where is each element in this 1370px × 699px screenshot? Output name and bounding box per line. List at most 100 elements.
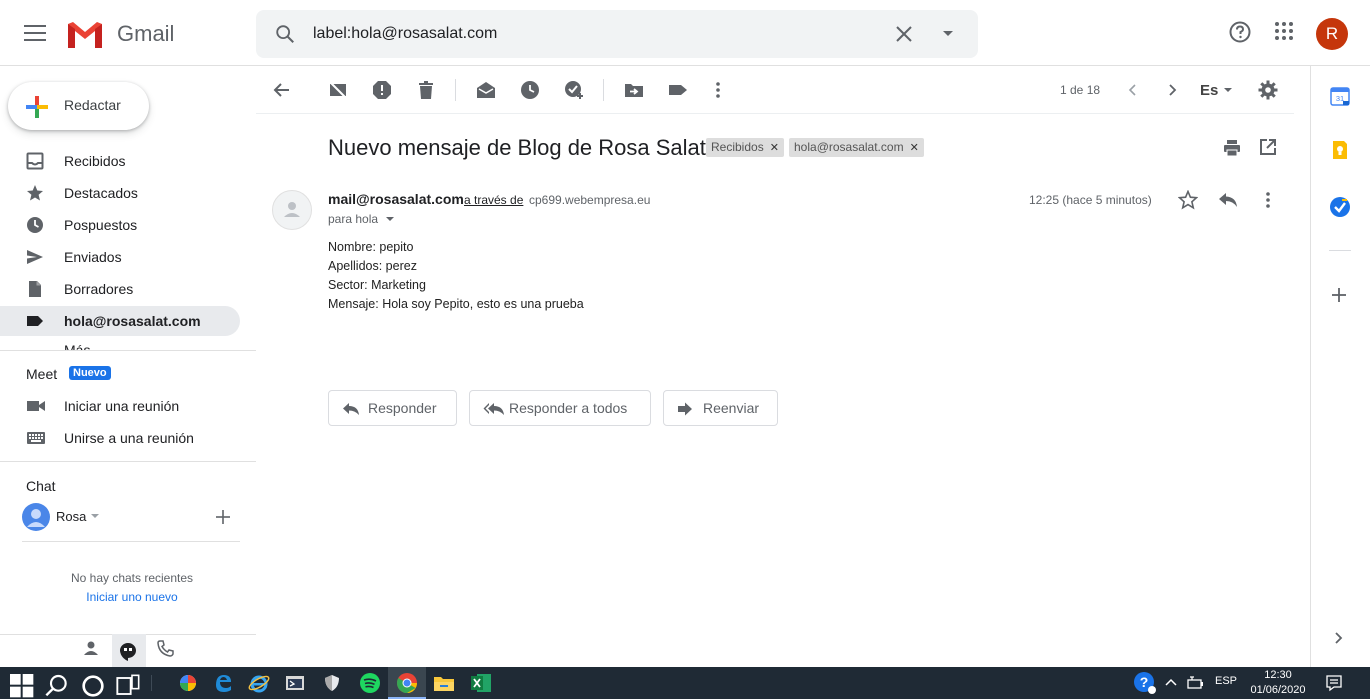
help-tray-icon[interactable]: ? [1133,671,1157,695]
picasa-icon[interactable] [176,671,200,695]
nav-item-label-hola[interactable]: hola@rosasalat.com [0,306,240,336]
search-input[interactable]: label:hola@rosasalat.com [313,25,497,43]
forward-icon [678,402,692,416]
show-hidden-icons-icon[interactable] [1165,678,1177,686]
add-addon-icon[interactable] [1332,288,1346,302]
clear-search-icon[interactable] [894,24,914,44]
draft-icon [29,281,41,297]
chat-user-name: Rosa [56,509,87,524]
add-to-tasks-icon[interactable] [564,80,584,100]
account-avatar[interactable]: R [1316,18,1348,50]
older-chevron-icon[interactable] [1162,80,1182,100]
nav-item-starred[interactable]: Destacados [0,178,240,208]
input-language-selector[interactable]: Es [1200,82,1218,99]
cortana-icon[interactable] [81,674,105,698]
chat-title: Chat [26,478,56,494]
chevron-down-icon[interactable] [1224,88,1232,93]
meet-start-item[interactable]: Iniciar una reunión [0,391,240,421]
app-name: Gmail [117,21,175,46]
calendar-icon[interactable]: 31 [1330,86,1350,106]
remove-label-icon[interactable]: ✕ [910,142,919,154]
star-outline-icon[interactable] [1178,190,1198,210]
archive-icon[interactable] [328,80,348,100]
mark-unread-icon[interactable] [476,80,496,100]
divider [0,350,256,351]
apps-grid-icon[interactable] [1273,20,1295,42]
chrome-icon[interactable] [395,671,419,695]
control-panel-icon[interactable] [283,671,307,695]
nav-item-inbox[interactable]: Recibidos [0,146,240,176]
excel-icon[interactable] [469,671,493,695]
report-spam-icon[interactable] [372,80,392,100]
keyboard-language[interactable]: ESP [1215,675,1237,687]
gmail-logo[interactable]: Gmail [66,20,174,48]
phone-icon[interactable] [157,640,174,657]
contacts-icon[interactable] [83,640,99,656]
tasks-icon[interactable] [1329,196,1351,218]
taskbar-search-icon[interactable] [45,674,69,698]
battery-power-icon[interactable] [1186,675,1204,691]
nav-item-snoozed[interactable]: Pospuestos [0,210,240,240]
labels-icon[interactable] [668,80,688,100]
internet-explorer-icon[interactable] [247,671,271,695]
send-icon [27,250,43,264]
chevron-down-icon[interactable] [91,514,99,519]
help-icon[interactable] [1228,20,1252,44]
remove-label-icon[interactable]: ✕ [770,142,779,154]
hangouts-icon[interactable] [120,643,136,661]
reply-button[interactable]: Responder [328,390,457,426]
action-center-icon[interactable] [1325,674,1343,692]
message-body-line: Sector: Marketing [328,278,426,292]
nav-item-drafts[interactable]: Borradores [0,274,240,304]
label-chip-inbox[interactable]: Recibidos ✕ [706,138,784,157]
open-new-window-icon[interactable] [1259,138,1277,156]
meet-join-item[interactable]: Unirse a una reunión [0,423,240,453]
message-body-line: Apellidos: perez [328,259,417,273]
nav-item-sent[interactable]: Enviados [0,242,240,272]
start-chat-link[interactable]: Iniciar uno nuevo [0,590,264,604]
taskbar-clock[interactable]: 12:30 01/06/2020 [1246,668,1310,698]
default-person-icon [284,202,300,217]
expand-panel-chevron-icon[interactable] [1334,631,1344,645]
via-link[interactable]: a través de [464,193,523,207]
print-icon[interactable] [1222,138,1242,158]
sender-avatar[interactable] [272,190,312,230]
recipient-summary: para hola [328,212,379,226]
message-more-vert-icon[interactable] [1258,190,1278,210]
snooze-icon[interactable] [520,80,540,100]
keep-icon[interactable] [1330,140,1350,160]
forward-button[interactable]: Reenviar [663,390,778,426]
reply-arrow-icon[interactable] [1218,191,1238,209]
reply-all-icon [483,403,504,415]
meet-new-badge: Nuevo [69,366,111,380]
settings-gear-icon[interactable] [1258,80,1278,100]
reply-all-button[interactable]: Responder a todos [469,390,651,426]
file-explorer-icon[interactable] [432,671,456,695]
label-chip-hola[interactable]: hola@rosasalat.com ✕ [789,138,924,157]
compose-button[interactable]: Redactar [8,82,149,130]
show-details-chevron-icon[interactable] [386,217,394,222]
search-icon[interactable] [274,23,296,45]
edge-icon[interactable] [211,671,235,695]
back-arrow-icon[interactable] [272,80,292,100]
via-server: cp699.webempresa.eu [529,193,651,207]
reply-all-label: Responder a todos [509,400,628,416]
label-chip-text: Recibidos [711,140,764,154]
move-to-icon[interactable] [624,80,644,100]
nav-item-label: Enviados [64,249,122,265]
delete-icon[interactable] [416,80,436,100]
nav-more-cut[interactable]: Más [64,342,124,350]
more-vert-icon[interactable] [708,80,728,100]
main-menu-icon[interactable] [24,25,46,43]
task-view-icon[interactable] [116,674,140,698]
clock-time: 12:30 [1264,669,1292,681]
search-bar[interactable]: label:hola@rosasalat.com [256,10,978,58]
search-options-icon[interactable] [942,30,954,38]
svg-text:?: ? [1140,674,1149,690]
sender-email[interactable]: mail@rosasalat.com [328,191,464,207]
newer-chevron-icon[interactable] [1123,80,1143,100]
add-chat-icon[interactable] [216,510,230,524]
spotify-icon[interactable] [358,671,382,695]
windows-start-icon[interactable] [10,674,34,698]
security-shield-icon[interactable] [320,671,344,695]
